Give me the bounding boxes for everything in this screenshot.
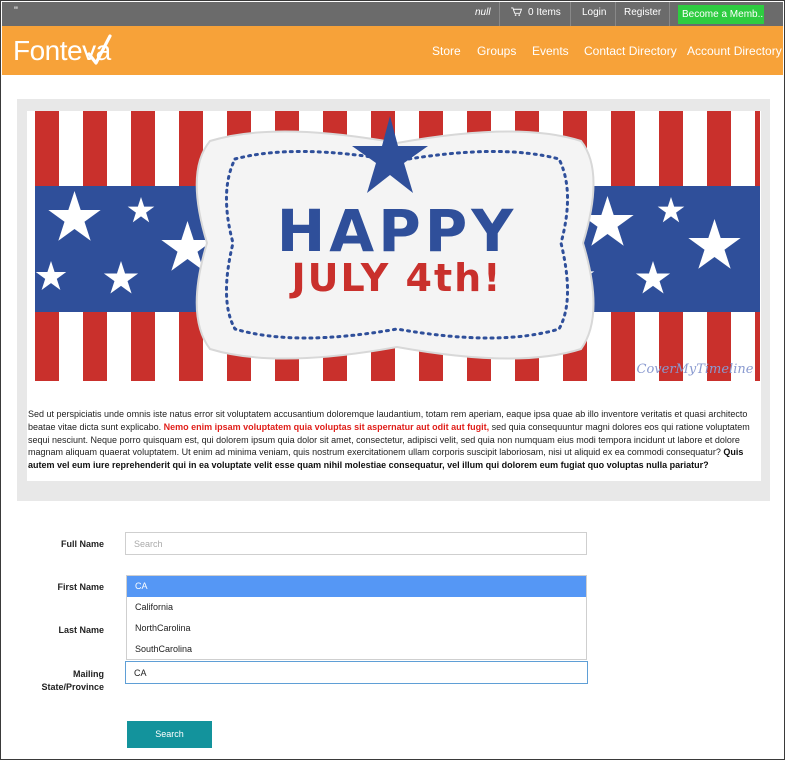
body-paragraph: Sed ut perspiciatis unde omnis iste natu… — [28, 408, 756, 472]
nav-link-events[interactable]: Events — [532, 44, 569, 58]
banner-line1: HAPPY — [277, 197, 517, 265]
null-text: null — [475, 7, 491, 18]
main-nav: Fonteva Store Groups Events Contact Dire… — [2, 26, 783, 75]
quote-mark: " — [14, 5, 18, 17]
dropdown-option[interactable]: SouthCarolina — [127, 639, 586, 660]
last-name-label: Last Name — [58, 625, 104, 635]
register-link[interactable]: Register — [624, 7, 661, 18]
dropdown-option[interactable]: California — [127, 597, 586, 618]
cart-icon — [511, 7, 522, 16]
utility-bar: " null 0 Items Login Register Become a M… — [2, 2, 783, 26]
nav-link-account-directory[interactable]: Account Directory — [687, 44, 782, 58]
logo-check-icon — [87, 34, 112, 65]
divider — [499, 2, 500, 26]
nav-link-contact-directory[interactable]: Contact Directory — [584, 44, 677, 58]
divider — [669, 2, 670, 26]
nav-link-store[interactable]: Store — [432, 44, 461, 58]
state-dropdown-list[interactable]: CA California NorthCarolina SouthCarolin… — [126, 575, 587, 660]
login-link[interactable]: Login — [582, 7, 606, 18]
para-red: Nemo enim ipsam voluptatem quia voluptas… — [163, 421, 490, 432]
divider — [615, 2, 616, 26]
full-name-label: Full Name — [60, 539, 104, 549]
full-name-input[interactable] — [125, 532, 587, 555]
mailing-state-input[interactable] — [125, 661, 588, 684]
banner-line2: JULY 4th! — [288, 256, 502, 300]
july-4th-banner: HAPPY JULY 4th! CoverMyTimeline — [35, 111, 760, 381]
first-name-label: First Name — [57, 582, 104, 592]
nav-link-groups[interactable]: Groups — [477, 44, 516, 58]
dropdown-option[interactable]: NorthCarolina — [127, 618, 586, 639]
mailing-state-label: Mailing State/Province — [41, 669, 104, 692]
divider — [570, 2, 571, 26]
dropdown-option[interactable]: CA — [127, 576, 586, 597]
banner-watermark: CoverMyTimeline — [637, 362, 754, 377]
become-member-button[interactable]: Become a Memb... — [678, 5, 764, 24]
search-button[interactable]: Search — [127, 721, 212, 748]
cart-label: 0 Items — [528, 7, 561, 18]
cart-link[interactable]: 0 Items — [511, 7, 561, 18]
